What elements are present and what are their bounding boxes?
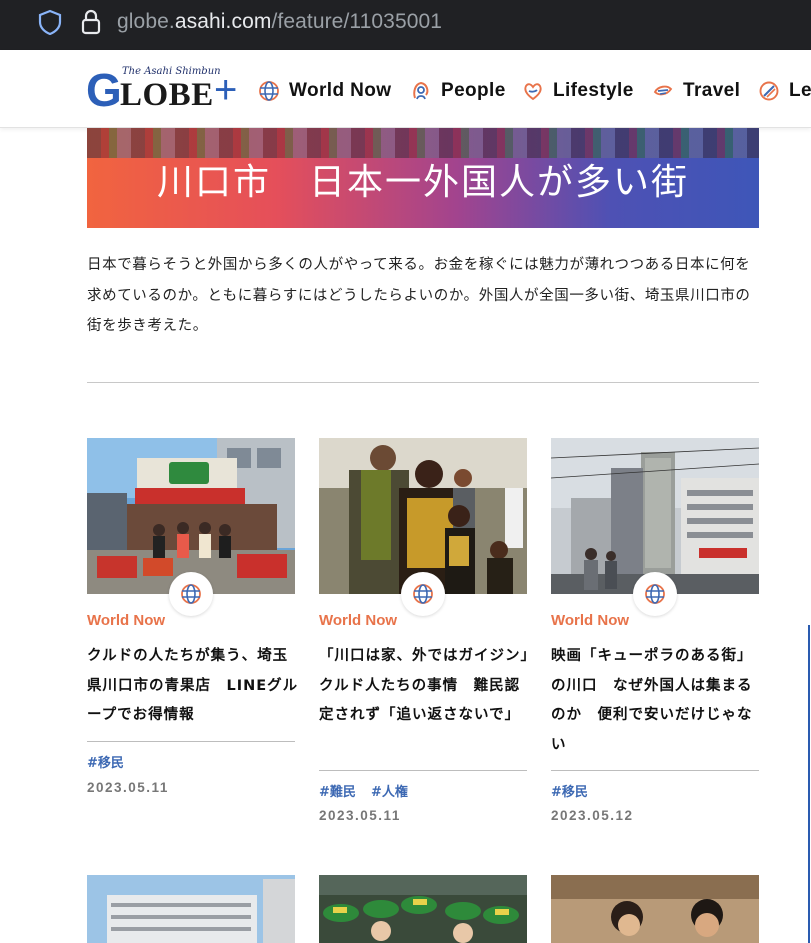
nav-item-learning[interactable]: Le xyxy=(758,76,811,106)
feature-title: 川口市 日本一外国人が多い街 xyxy=(156,162,689,203)
globe-icon xyxy=(259,81,279,101)
card-tags: #移民 xyxy=(87,752,134,771)
url-field[interactable]: globe.asahi.com/feature/11035001 xyxy=(117,10,442,34)
article-thumbnail[interactable] xyxy=(319,438,527,594)
people-icon xyxy=(413,81,429,100)
shield-icon[interactable] xyxy=(37,9,63,35)
card-tag[interactable]: #移民 xyxy=(551,785,588,800)
card-category[interactable]: World Now xyxy=(87,612,165,629)
travel-icon xyxy=(653,85,673,96)
card-category[interactable]: World Now xyxy=(551,612,629,629)
nav-item-world-now[interactable]: World Now xyxy=(258,76,391,106)
card-title[interactable]: 「川口は家、外ではガイジン」クルド人たちの事情 難民認定されず「追い返さないで」 xyxy=(319,642,531,731)
logo-subtitle: The Asahi Shimbun xyxy=(122,66,221,77)
card-tag[interactable]: #難民 xyxy=(319,785,356,800)
article-thumbnail[interactable] xyxy=(551,438,759,594)
article-card[interactable]: World Now 映画「キューポラのある街」の川口 なぜ外国人は集まるのか 便… xyxy=(551,438,759,838)
nav-item-travel[interactable]: Travel xyxy=(652,76,740,106)
card-title[interactable]: 映画「キューポラのある街」の川口 なぜ外国人は集まるのか 便利で安いだけじゃない xyxy=(551,642,763,760)
article-thumbnail[interactable] xyxy=(87,875,295,943)
card-tag[interactable]: #移民 xyxy=(87,756,124,771)
card-divider xyxy=(319,770,527,771)
section-divider xyxy=(87,382,759,383)
browser-address-bar: globe.asahi.com/feature/11035001 xyxy=(0,0,811,50)
card-tag[interactable]: #人権 xyxy=(371,785,408,800)
scrollbar-indicator[interactable] xyxy=(808,625,810,943)
nav-item-lifestyle[interactable]: Lifestyle xyxy=(522,76,634,106)
globe-icon xyxy=(413,584,433,604)
card-divider xyxy=(87,741,295,742)
card-category-badge xyxy=(169,572,213,616)
feature-lede: 日本で暮らそうと外国から多くの人がやって来る。お金を稼ぐには魅力が薄れつつある日… xyxy=(87,257,751,334)
card-category-badge xyxy=(633,572,677,616)
globe-icon xyxy=(645,584,665,604)
feature-hero-banner: 川口市 日本一外国人が多い街 xyxy=(87,128,759,228)
lock-icon[interactable] xyxy=(80,9,102,35)
card-tags: #難民 #人権 xyxy=(319,781,418,800)
article-thumbnail[interactable] xyxy=(551,875,759,943)
card-divider xyxy=(551,770,759,771)
card-date: 2023.05.11 xyxy=(87,780,169,795)
article-card[interactable]: World Now 「川口は家、外ではガイジン」クルド人たちの事情 難民認定され… xyxy=(319,438,528,838)
nav-item-people[interactable]: People xyxy=(410,76,506,106)
card-date: 2023.05.12 xyxy=(551,808,634,823)
article-thumbnail[interactable] xyxy=(87,438,295,594)
card-title[interactable]: クルドの人たちが集う、埼玉県川口市の青果店 LINEグループでお得情報 xyxy=(87,642,299,731)
card-tags: #移民 xyxy=(551,781,598,800)
globe-icon xyxy=(181,584,201,604)
article-card[interactable]: World Now クルドの人たちが集う、埼玉県川口市の青果店 LINEグループ… xyxy=(87,438,297,808)
card-category[interactable]: World Now xyxy=(319,612,397,629)
card-category-badge xyxy=(401,572,445,616)
card-date: 2023.05.11 xyxy=(319,808,401,823)
globe-plus-logo[interactable]: The Asahi Shimbun G LOBE + xyxy=(86,66,242,114)
learning-icon xyxy=(759,81,779,101)
article-thumbnail[interactable] xyxy=(319,875,527,943)
lifestyle-icon xyxy=(524,83,542,101)
